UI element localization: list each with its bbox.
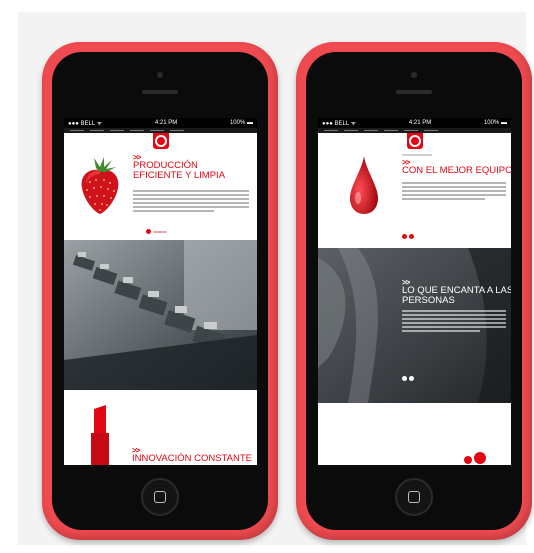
lipstick-image (91, 405, 109, 465)
time-label: 4:21 PM (154, 120, 178, 126)
front-camera (157, 72, 163, 78)
mockup-stage: ●●● BELL ᯤ 4:21 PM 100% ▬ >> PRODUCCIÓN … (0, 0, 534, 553)
section-title-line2: PERSONAS (402, 295, 455, 306)
red-drop-peek (474, 452, 486, 464)
section-body-text (402, 182, 506, 202)
machinery-photo (64, 240, 257, 390)
front-camera (411, 72, 417, 78)
brand-logo[interactable] (406, 133, 423, 149)
screen-left: ●●● BELL ᯤ 4:21 PM 100% ▬ >> PRODUCCIÓN … (64, 118, 257, 465)
section-body-text (133, 190, 249, 214)
brand-logo[interactable] (152, 133, 169, 149)
earpiece-speaker (142, 90, 178, 94)
time-label: 4:21 PM (408, 120, 432, 126)
carousel-dots[interactable] (146, 229, 167, 234)
strawberry-image (81, 157, 119, 214)
status-bar: ●●● BELL ᯤ 4:21 PM 100% ▬ (318, 118, 511, 128)
home-square-icon (408, 491, 420, 503)
carrier-label: ●●● BELL ᯤ (322, 121, 357, 127)
home-square-icon (154, 491, 166, 503)
section-body-text (402, 310, 506, 334)
section-title: CON EL MEJOR EQUIPO (402, 165, 511, 176)
home-button[interactable] (395, 478, 433, 516)
home-button[interactable] (141, 478, 179, 516)
section-title-line2: EFICIENTE Y LIMPIA (133, 170, 226, 181)
phone-left: ●●● BELL ᯤ 4:21 PM 100% ▬ >> PRODUCCIÓN … (42, 42, 278, 540)
section-title: LO QUE ENCANTA A LAS PERSONAS (402, 286, 511, 306)
red-drop-image (350, 156, 378, 214)
section-title: PRODUCCIÓN EFICIENTE Y LIMPIA (133, 161, 225, 181)
earpiece-speaker (396, 90, 432, 94)
screen-right: ●●● BELL ᯤ 4:21 PM 100% ▬ >> CON EL MEJO… (318, 118, 511, 465)
phone-right: ●●● BELL ᯤ 4:21 PM 100% ▬ >> CON EL MEJO… (296, 42, 532, 540)
carousel-dots[interactable] (402, 234, 414, 239)
carrier-label: ●●● BELL ᯤ (68, 121, 103, 127)
red-drop-peek (464, 456, 472, 464)
battery-label: 100% ▬ (229, 120, 253, 126)
battery-label: 100% ▬ (483, 120, 507, 126)
status-bar: ●●● BELL ᯤ 4:21 PM 100% ▬ (64, 118, 257, 128)
section-title: INNOVACIÓN CONSTANTE (132, 453, 252, 464)
carousel-dots[interactable] (402, 376, 414, 381)
